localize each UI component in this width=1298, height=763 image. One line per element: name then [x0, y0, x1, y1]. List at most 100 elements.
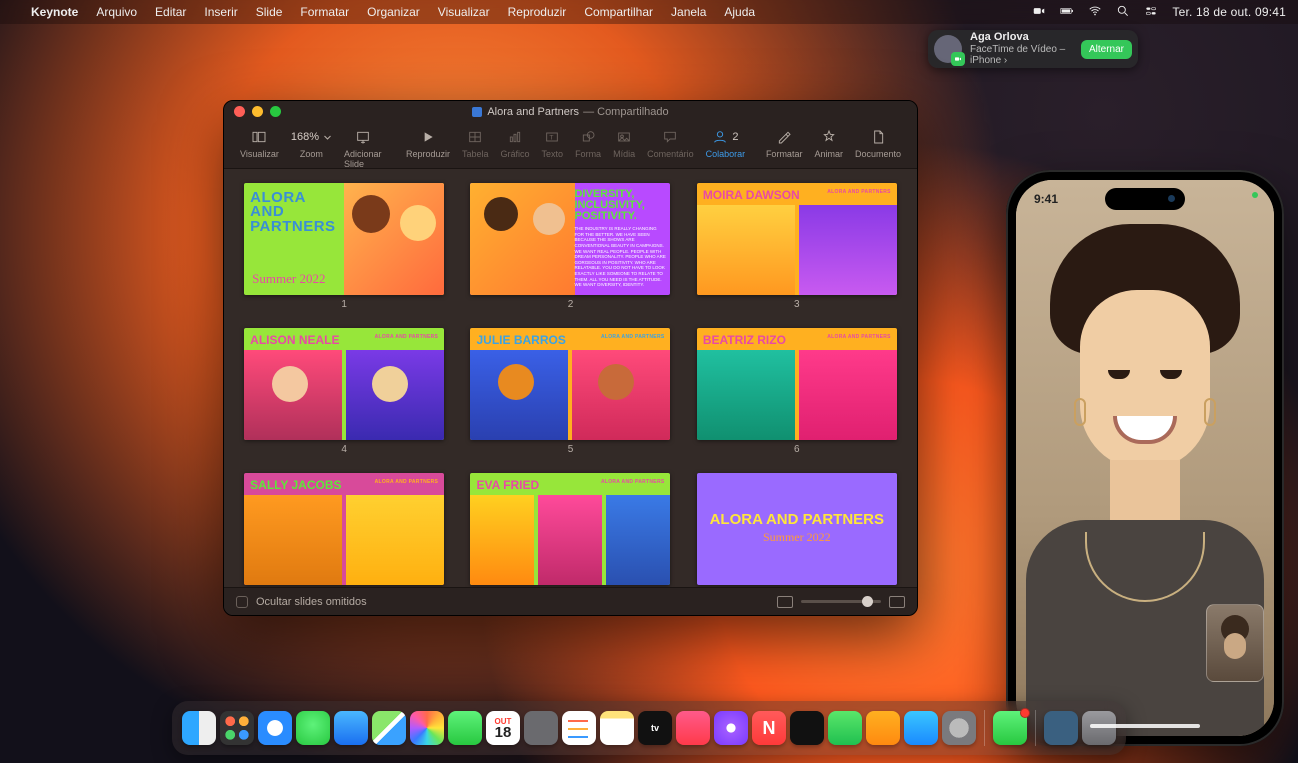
dock-music[interactable] [676, 711, 710, 745]
menu-app[interactable]: Keynote [22, 5, 87, 19]
dock-photos[interactable] [410, 711, 444, 745]
tb-zoom[interactable]: 168% Zoom [285, 127, 338, 159]
cal-day: 18 [495, 726, 512, 740]
slide-6-tag: ALORA AND PARTNERS [827, 334, 891, 340]
dock-system-settings[interactable] [942, 711, 976, 745]
slide-5-name: JULIE BARROS [476, 333, 565, 347]
dock-maps[interactable] [372, 711, 406, 745]
dock-launchpad[interactable] [220, 711, 254, 745]
dock-trash[interactable] [1082, 711, 1116, 745]
slide-5-photo-2 [572, 350, 670, 440]
close-button[interactable] [234, 106, 245, 117]
tb-shape-label: Forma [575, 149, 601, 159]
slide-7-photo-1 [244, 495, 342, 585]
slide-5-number: 5 [568, 444, 574, 455]
dock-notes[interactable] [600, 711, 634, 745]
window-titlebar[interactable]: Alora and Partners — Compartilhado [224, 101, 917, 123]
dock-facetime[interactable] [448, 711, 482, 745]
dock-contacts[interactable] [524, 711, 558, 745]
slide-1[interactable]: ALORA AND PARTNERS Summer 2022 1 [242, 183, 446, 310]
slide-1-image [344, 183, 444, 295]
home-indicator[interactable] [1090, 724, 1200, 728]
menubar-clock[interactable]: Ter. 18 de out. 09:41 [1172, 5, 1286, 19]
svg-text:T: T [550, 135, 554, 142]
tb-shape[interactable]: Forma [569, 127, 607, 159]
dock-numbers[interactable] [828, 711, 862, 745]
dock-appstore[interactable] [904, 711, 938, 745]
dock-pages[interactable] [866, 711, 900, 745]
switch-button[interactable]: Alternar [1081, 40, 1132, 59]
dock-reminders[interactable] [562, 711, 596, 745]
dock-mail[interactable] [334, 711, 368, 745]
tb-chart[interactable]: Gráfico [495, 127, 536, 159]
menu-inserir[interactable]: Inserir [195, 5, 246, 19]
window-title: Alora and Partners [487, 106, 579, 118]
menu-editar[interactable]: Editar [146, 5, 195, 19]
thumbnail-size-slider[interactable] [801, 600, 881, 603]
fullscreen-button[interactable] [270, 106, 281, 117]
slide-9[interactable]: ALORA AND PARTNERS Summer 2022 9 [695, 473, 899, 587]
tb-document-label: Documento [855, 149, 901, 159]
control-center-icon[interactable] [1144, 4, 1158, 21]
slide-7[interactable]: SALLY JACOBS ALORA AND PARTNERS 7 [242, 473, 446, 587]
tb-collaborate[interactable]: 2 Colaborar [700, 127, 752, 159]
dock-facetime-running[interactable] [993, 711, 1027, 745]
slide-1-subtitle: Summer 2022 [252, 271, 325, 287]
dock-news[interactable]: N [752, 711, 786, 745]
hide-skipped-label: Ocultar slides omitidos [256, 596, 367, 608]
facetime-status-icon[interactable] [1032, 4, 1046, 21]
tb-view[interactable]: Visualizar [234, 127, 285, 159]
battery-icon[interactable] [1060, 4, 1074, 21]
search-icon[interactable] [1116, 4, 1130, 21]
slide-1-title: ALORA AND PARTNERS [250, 191, 340, 234]
dock-finder[interactable] [182, 711, 216, 745]
slide-3-name: MOIRA DAWSON [703, 188, 800, 202]
slide-4[interactable]: ALISON NEALE ALORA AND PARTNERS 4 [242, 328, 446, 455]
tb-format[interactable]: Formatar [760, 127, 809, 159]
dock-separator-2 [1035, 710, 1036, 746]
tb-table[interactable]: Tabela [456, 127, 495, 159]
tb-add-slide[interactable]: Adicionar Slide [338, 127, 388, 169]
tb-text[interactable]: TTexto [536, 127, 570, 159]
dock-safari[interactable] [258, 711, 292, 745]
facetime-self-view[interactable] [1206, 604, 1264, 682]
iphone-device: 9:41 [1006, 170, 1284, 746]
menu-slide[interactable]: Slide [247, 5, 292, 19]
dock-calendar[interactable]: OUT 18 [486, 711, 520, 745]
tb-comment[interactable]: Comentário [641, 127, 700, 159]
hide-skipped-checkbox[interactable] [236, 596, 248, 608]
menu-ajuda[interactable]: Ajuda [715, 5, 764, 19]
tb-media[interactable]: Mídia [607, 127, 641, 159]
menu-janela[interactable]: Janela [662, 5, 715, 19]
tb-animate-label: Animar [814, 149, 843, 159]
menu-compartilhar[interactable]: Compartilhar [575, 5, 662, 19]
slide-3-tag: ALORA AND PARTNERS [827, 189, 891, 195]
menu-organizar[interactable]: Organizar [358, 5, 429, 19]
wifi-icon[interactable] [1088, 4, 1102, 21]
tb-animate[interactable]: Animar [808, 127, 849, 159]
facetime-handoff-notification[interactable]: Aga Orlova FaceTime de Vídeo – iPhone › … [928, 30, 1138, 68]
menu-arquivo[interactable]: Arquivo [87, 5, 146, 19]
slide-2[interactable]: DIVERSITY, INCLUSIVITY, POSITIVITY. THE … [468, 183, 672, 310]
dock-tv[interactable]: tv [638, 711, 672, 745]
thumb-small-icon[interactable] [777, 596, 793, 608]
slide-3[interactable]: MOIRA DAWSON ALORA AND PARTNERS 3 [695, 183, 899, 310]
dock-stocks[interactable] [790, 711, 824, 745]
slide-4-number: 4 [341, 444, 347, 455]
minimize-button[interactable] [252, 106, 263, 117]
slide-8[interactable]: EVA FRIED ALORA AND PARTNERS 8 [468, 473, 672, 587]
thumb-large-icon[interactable] [889, 596, 905, 608]
dock-downloads[interactable] [1044, 711, 1078, 745]
slide-5[interactable]: JULIE BARROS ALORA AND PARTNERS 5 [468, 328, 672, 455]
menu-visualizar[interactable]: Visualizar [429, 5, 499, 19]
slide-lightbox[interactable]: ALORA AND PARTNERS Summer 2022 1 DIVERSI… [224, 169, 917, 587]
tb-document[interactable]: Documento [849, 127, 907, 159]
menu-reproduzir[interactable]: Reproduzir [499, 5, 576, 19]
dock-podcasts[interactable] [714, 711, 748, 745]
tb-play[interactable]: Reproduzir [400, 127, 456, 159]
menu-formatar[interactable]: Formatar [291, 5, 358, 19]
slide-4-tag: ALORA AND PARTNERS [375, 334, 439, 340]
dock-messages[interactable] [296, 711, 330, 745]
slide-6[interactable]: BEATRIZ RIZO ALORA AND PARTNERS 6 [695, 328, 899, 455]
slide-9-subtitle: Summer 2022 [710, 530, 884, 545]
